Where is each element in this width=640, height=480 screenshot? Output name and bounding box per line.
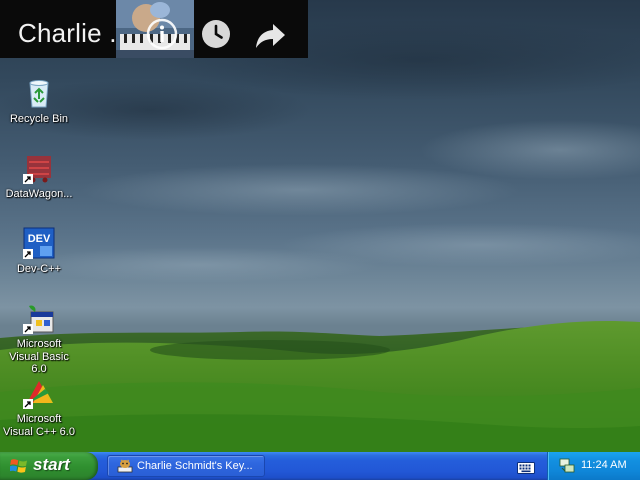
desktop-icon-visual-cpp[interactable]: Microsoft Visual C++ 6.0 (1, 377, 77, 438)
windows-logo-icon (10, 459, 27, 473)
desktop-screen: Charlie ... Recycle Bin DataWagon... DEV… (0, 0, 640, 480)
desktop-icon-recycle-bin[interactable]: Recycle Bin (1, 77, 77, 126)
taskbar: start Charlie Schmidt's Key... 11:24 AM (0, 452, 640, 480)
desktop-icon-dev-cpp[interactable]: DEV Dev-C++ (1, 227, 77, 276)
shortcut-arrow-icon (23, 174, 33, 184)
start-label: start (33, 455, 70, 474)
language-keyboard-icon[interactable] (517, 459, 535, 474)
recycle-bin-icon (23, 77, 55, 109)
shortcut-arrow-icon (23, 324, 33, 334)
shortcut-arrow-icon (23, 399, 33, 409)
share-arrow-icon[interactable] (253, 17, 287, 51)
desktop-wallpaper (0, 0, 640, 452)
network-icon[interactable] (559, 458, 575, 474)
dev-cpp-label: Dev-C++ (16, 263, 62, 275)
taskbar-window-button[interactable]: Charlie Schmidt's Key... (107, 455, 265, 477)
wallpaper-landscape (0, 20, 640, 452)
start-button[interactable]: start (0, 452, 98, 480)
shortcut-arrow-icon (23, 249, 33, 259)
visual-basic-icon (23, 302, 55, 334)
video-overlay-bar: Charlie ... (0, 0, 308, 58)
taskbar-window-label: Charlie Schmidt's Key... (137, 460, 253, 472)
visual-cpp-label: Microsoft Visual C++ 6.0 (3, 413, 75, 438)
cat-keyboard-app-icon (117, 459, 133, 473)
tray-clock[interactable]: 11:24 AM (581, 459, 627, 471)
desktop-icon-visual-basic[interactable]: Microsoft Visual Basic 6.0 (1, 302, 77, 376)
dev-badge-text: DEV (28, 233, 51, 245)
datawagon-icon (23, 152, 55, 184)
visual-basic-label: Microsoft Visual Basic 6.0 (9, 338, 69, 375)
dev-cpp-icon: DEV (23, 227, 55, 259)
desktop-icon-datawagon[interactable]: DataWagon... (1, 152, 77, 201)
video-title[interactable]: Charlie ... (18, 18, 131, 49)
recycle-bin-label: Recycle Bin (9, 113, 69, 125)
datawagon-label: DataWagon... (5, 188, 73, 200)
info-icon[interactable] (145, 17, 179, 51)
visual-cpp-icon (23, 377, 55, 409)
system-tray: 11:24 AM (547, 452, 640, 480)
watch-later-clock-icon[interactable] (199, 17, 233, 51)
